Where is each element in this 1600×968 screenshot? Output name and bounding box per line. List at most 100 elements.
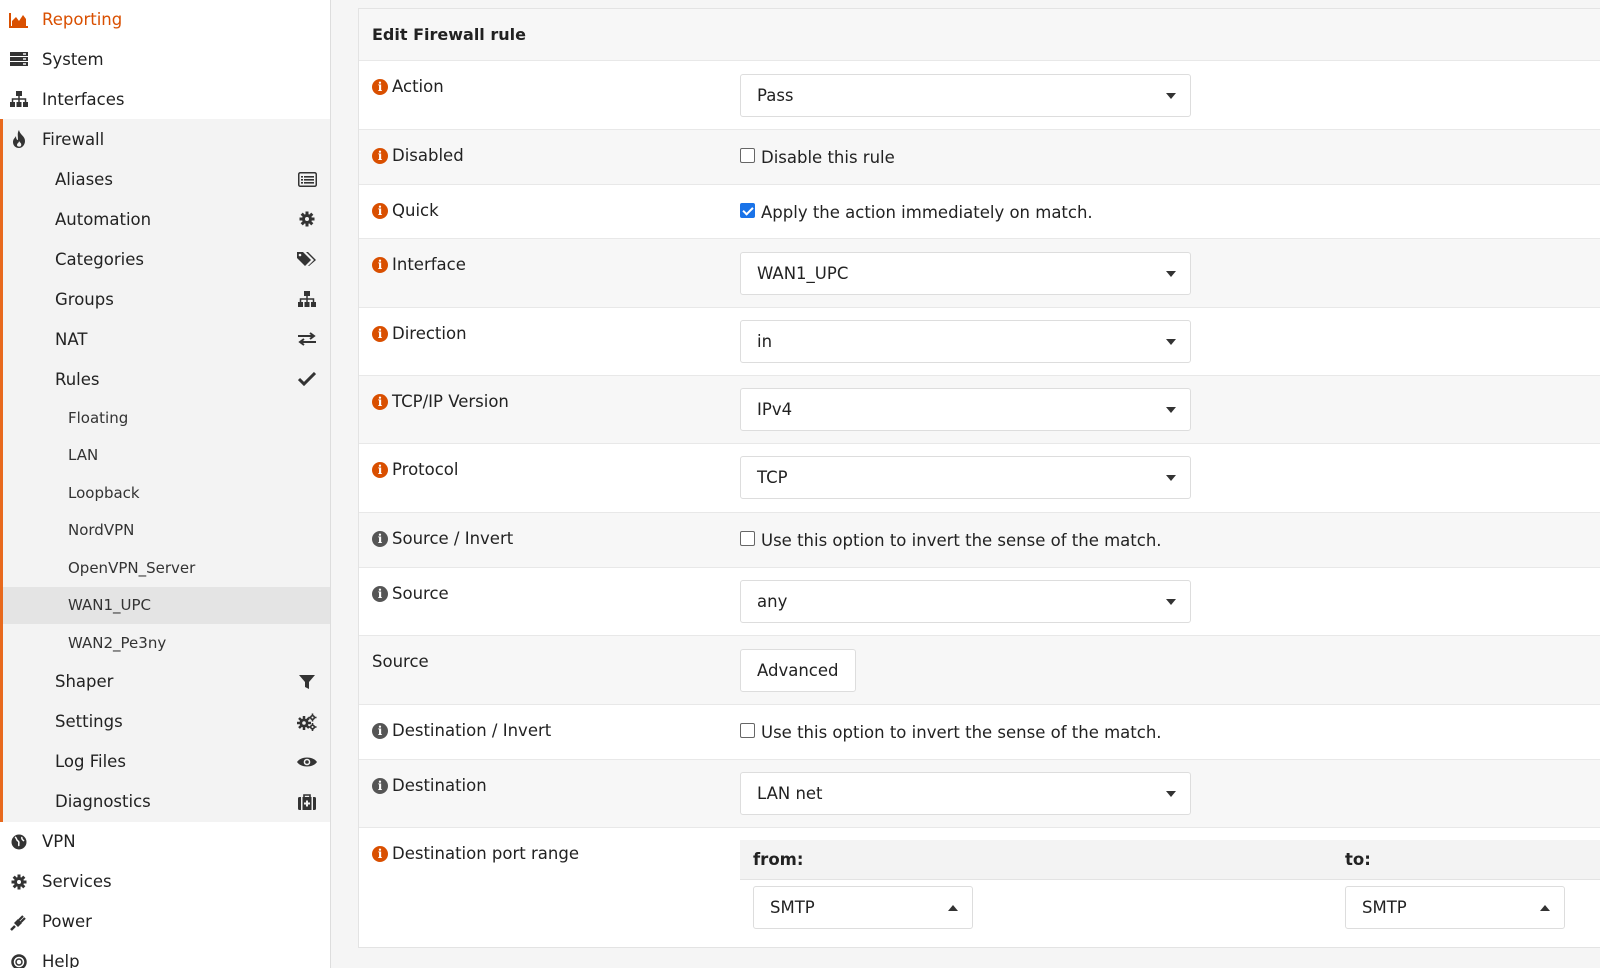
- sidebar-item-rules[interactable]: Rules: [0, 359, 330, 399]
- cog-icon: [8, 873, 30, 891]
- disabled-label: i Disabled: [372, 146, 464, 165]
- sidebar-rule-wan2-pe3ny[interactable]: WAN2_Pe3ny: [0, 624, 330, 662]
- quick-checkbox-group[interactable]: Apply the action immediately on match.: [740, 203, 1093, 222]
- sidebar-rule-wan1-upc[interactable]: WAN1_UPC: [0, 586, 330, 624]
- caret-down-icon: [1166, 475, 1176, 481]
- source-invert-checkbox-label[interactable]: Use this option to invert the sense of t…: [761, 531, 1162, 550]
- source-invert-label: i Source / Invert: [372, 529, 513, 548]
- sidebar-rule-openvpn-server[interactable]: OpenVPN_Server: [0, 549, 330, 587]
- port-to-select[interactable]: SMTP: [1345, 886, 1565, 929]
- quick-checkbox[interactable]: [740, 203, 755, 218]
- info-icon[interactable]: i: [372, 393, 388, 410]
- info-icon[interactable]: i: [372, 147, 388, 164]
- info-icon[interactable]: i: [372, 202, 388, 219]
- info-icon[interactable]: i: [372, 845, 388, 862]
- disabled-checkbox[interactable]: [740, 148, 755, 163]
- nav-reporting[interactable]: Reporting: [0, 0, 330, 39]
- fire-icon: [8, 130, 30, 148]
- sidebar-rule-floating[interactable]: Floating: [0, 399, 330, 437]
- info-icon[interactable]: i: [372, 256, 388, 273]
- destination-invert-checkbox-group[interactable]: Use this option to invert the sense of t…: [740, 723, 1162, 742]
- nav-power-label: Power: [42, 912, 92, 931]
- nav-interfaces[interactable]: Interfaces: [0, 79, 330, 119]
- sitemap-icon: [296, 289, 318, 309]
- sidebar-item-nat[interactable]: NAT: [0, 319, 330, 359]
- info-icon[interactable]: i: [372, 325, 388, 342]
- list-alt-icon: [296, 169, 318, 189]
- row-source: i Source any: [359, 568, 1600, 636]
- interface-select[interactable]: WAN1_UPC: [740, 252, 1191, 295]
- source-advanced-label-text: Source: [372, 652, 429, 671]
- life-ring-icon: [8, 953, 30, 968]
- sidebar-item-label: Categories: [55, 249, 144, 269]
- nav-help-label: Help: [42, 952, 80, 968]
- destination-select[interactable]: LAN net: [740, 772, 1191, 815]
- row-source-advanced: Source Advanced: [359, 636, 1600, 705]
- row-quick: i Quick Apply the action immediately on …: [359, 185, 1600, 239]
- nav-reporting-label: Reporting: [42, 10, 123, 29]
- nav-firewall[interactable]: Firewall: [0, 119, 330, 159]
- sidebar-rule-nordvpn[interactable]: NordVPN: [0, 512, 330, 550]
- check-icon: [296, 369, 318, 389]
- sidebar-item-categories[interactable]: Categories: [0, 239, 330, 279]
- direction-label-text: Direction: [392, 324, 467, 343]
- direction-select[interactable]: in: [740, 320, 1191, 363]
- action-label: i Action: [372, 77, 444, 96]
- source-advanced-button[interactable]: Advanced: [740, 649, 856, 692]
- disabled-checkbox-label[interactable]: Disable this rule: [761, 148, 895, 167]
- row-direction: i Direction in: [359, 308, 1600, 376]
- caret-down-icon: [1166, 93, 1176, 99]
- sidebar-item-settings[interactable]: Settings: [0, 702, 330, 742]
- protocol-label-text: Protocol: [392, 460, 459, 479]
- sidebar-item-groups[interactable]: Groups: [0, 279, 330, 319]
- row-dest-port-range: i Destination port range from: to: SMTP …: [359, 828, 1600, 947]
- sidebar-item-aliases[interactable]: Aliases: [0, 159, 330, 199]
- disabled-label-text: Disabled: [392, 146, 464, 165]
- sidebar-item-log-files[interactable]: Log Files: [0, 742, 330, 782]
- row-destination-invert: i Destination / Invert Use this option t…: [359, 705, 1600, 760]
- nav-vpn[interactable]: VPN: [0, 822, 330, 862]
- sidebar-item-shaper[interactable]: Shaper: [0, 662, 330, 702]
- destination-invert-checkbox[interactable]: [740, 723, 755, 738]
- sidebar-item-diagnostics[interactable]: Diagnostics: [0, 782, 330, 822]
- nav-services[interactable]: Services: [0, 862, 330, 902]
- protocol-select[interactable]: TCP: [740, 456, 1191, 499]
- destination-label: i Destination: [372, 776, 487, 795]
- nav-power[interactable]: Power: [0, 902, 330, 942]
- destination-invert-checkbox-label[interactable]: Use this option to invert the sense of t…: [761, 723, 1162, 742]
- info-icon[interactable]: i: [372, 722, 388, 739]
- source-select[interactable]: any: [740, 580, 1191, 623]
- source-invert-checkbox-group[interactable]: Use this option to invert the sense of t…: [740, 531, 1162, 550]
- row-destination: i Destination LAN net: [359, 760, 1600, 828]
- destination-invert-label-text: Destination / Invert: [392, 721, 552, 740]
- sidebar-item-label: Automation: [55, 209, 152, 229]
- info-icon[interactable]: i: [372, 585, 388, 602]
- quick-checkbox-label[interactable]: Apply the action immediately on match.: [761, 203, 1093, 222]
- info-icon[interactable]: i: [372, 78, 388, 95]
- port-to-label: to:: [1345, 850, 1371, 869]
- nav-firewall-label: Firewall: [42, 129, 105, 149]
- sidebar-item-automation[interactable]: Automation: [0, 199, 330, 239]
- port-from-select[interactable]: SMTP: [753, 886, 973, 929]
- port-range-table: from: to: SMTP SMTP: [740, 840, 1600, 947]
- cog-icon: [296, 209, 318, 229]
- sidebar-item-label: Settings: [55, 712, 123, 731]
- dest-port-range-label: i Destination port range: [372, 844, 579, 863]
- row-ipversion: i TCP/IP Version IPv4: [359, 376, 1600, 444]
- sidebar-rule-loopback[interactable]: Loopback: [0, 474, 330, 512]
- nav-system[interactable]: System: [0, 39, 330, 79]
- info-icon[interactable]: i: [372, 777, 388, 794]
- ipversion-select[interactable]: IPv4: [740, 388, 1191, 431]
- disabled-checkbox-group[interactable]: Disable this rule: [740, 148, 895, 167]
- info-icon[interactable]: i: [372, 530, 388, 547]
- sidebar-rule-lan[interactable]: LAN: [0, 437, 330, 475]
- sidebar: Reporting System Interfaces Firewall Ali…: [0, 0, 331, 968]
- medkit-icon: [296, 792, 318, 812]
- exchange-icon: [296, 329, 318, 349]
- source-invert-checkbox[interactable]: [740, 531, 755, 546]
- info-icon[interactable]: i: [372, 461, 388, 478]
- caret-down-icon: [1166, 271, 1176, 277]
- nav-help[interactable]: Help: [0, 942, 330, 968]
- action-select[interactable]: Pass: [740, 74, 1191, 117]
- direction-select-value: in: [757, 332, 773, 351]
